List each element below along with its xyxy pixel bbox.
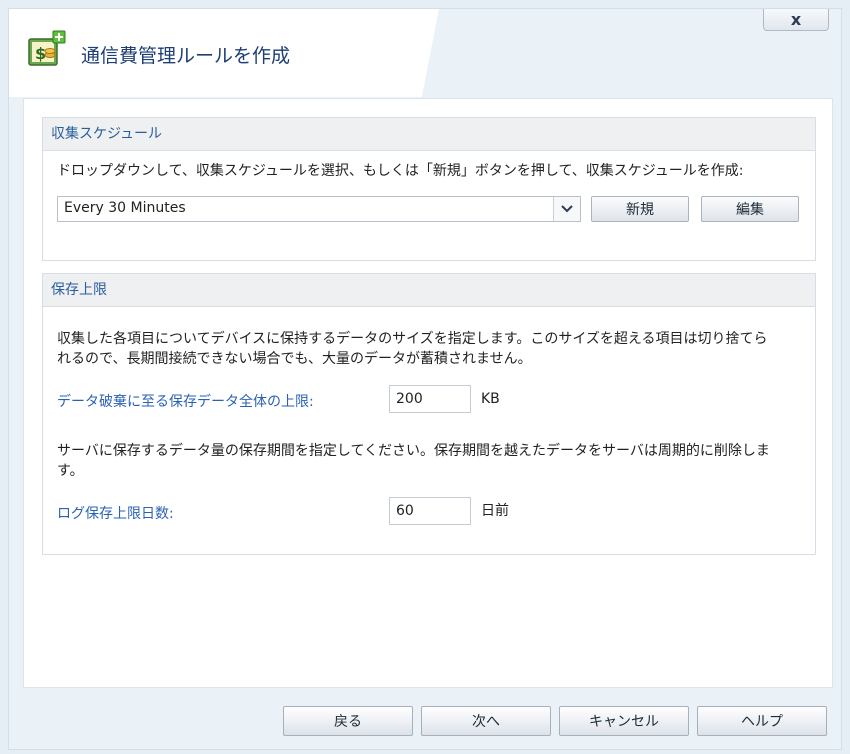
next-button[interactable]: 次へ xyxy=(421,706,551,736)
size-limit-input[interactable]: 200 xyxy=(389,385,471,413)
svg-text:$: $ xyxy=(35,44,46,63)
retention-description-line1: サーバに保存するデータ量の保存期間を指定してください。保存期間を越えたデータをサ… xyxy=(57,443,770,459)
limits-section: 保存上限 収集した各項目についてデバイスに保持するデータのサイズを指定します。こ… xyxy=(42,273,816,555)
size-limit-label: データ破棄に至る保存データ全体の上限: xyxy=(57,394,314,410)
retention-days-input[interactable]: 60 xyxy=(389,497,471,525)
schedule-section: 収集スケジュール ドロップダウンして、収集スケジュールを選択、もしくは「新規」ボ… xyxy=(42,117,816,261)
content-panel: 収集スケジュール ドロップダウンして、収集スケジュールを選択、もしくは「新規」ボ… xyxy=(23,98,833,688)
retention-days-label: ログ保存上限日数: xyxy=(57,506,174,522)
money-add-icon: $ xyxy=(28,30,66,66)
chevron-down-icon[interactable] xyxy=(553,197,580,221)
limits-section-header: 保存上限 xyxy=(43,274,815,307)
size-description-line2: れるので、長期間接続できない場合でも、大量のデータが蓄積されません。 xyxy=(57,351,532,367)
retention-description-line2: す。 xyxy=(57,463,84,479)
schedule-section-header: 収集スケジュール xyxy=(43,118,815,151)
retention-unit-label: 日前 xyxy=(481,503,509,519)
schedule-description: ドロップダウンして、収集スケジュールを選択、もしくは「新規」ボタンを押して、収集… xyxy=(57,163,744,179)
close-icon: x xyxy=(790,10,802,29)
dialog-header: $ 通信費管理ルールを作成 xyxy=(9,9,439,97)
new-schedule-button[interactable]: 新規 xyxy=(591,196,689,222)
schedule-dropdown-value: Every 30 Minutes xyxy=(64,200,186,216)
size-description-line1: 収集した各項目についてデバイスに保持するデータのサイズを指定します。このサイズを… xyxy=(57,331,768,347)
help-button[interactable]: ヘルプ xyxy=(697,706,827,736)
back-button[interactable]: 戻る xyxy=(283,706,413,736)
edit-schedule-button[interactable]: 編集 xyxy=(701,196,799,222)
size-unit-label: KB xyxy=(481,391,500,407)
schedule-dropdown[interactable]: Every 30 Minutes xyxy=(57,196,581,222)
cancel-button[interactable]: キャンセル xyxy=(559,706,689,736)
dialog-window: $ 通信費管理ルールを作成 x 収集スケジュール ドロップダウンして、収集スケジ… xyxy=(8,8,842,750)
dialog-title: 通信費管理ルールを作成 xyxy=(81,45,291,67)
close-button[interactable]: x xyxy=(763,9,829,31)
